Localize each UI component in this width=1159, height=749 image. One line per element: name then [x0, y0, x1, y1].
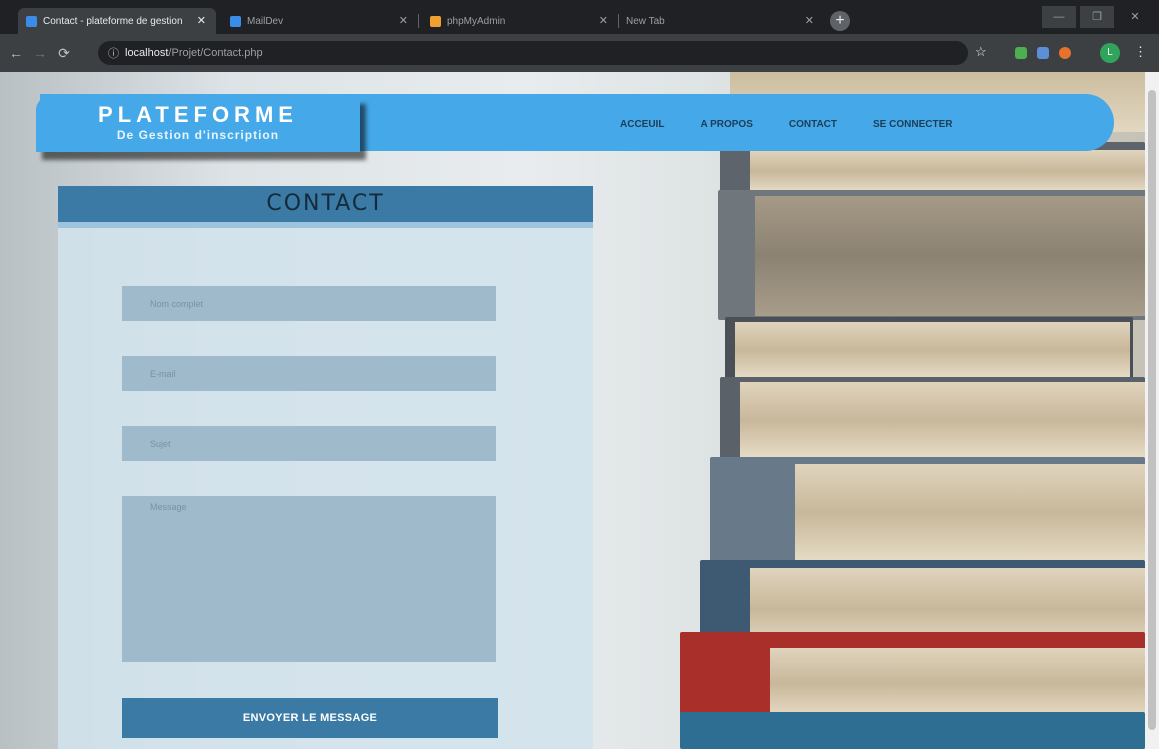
- phpmyadmin-favicon-icon: [430, 15, 441, 27]
- nav-link-acceuil[interactable]: ACCEUIL: [620, 119, 664, 130]
- close-tab-icon[interactable]: ✕: [599, 14, 608, 27]
- books-background-image: [680, 72, 1159, 749]
- page-viewport: PLATEFORME De Gestion d'inscription ACCE…: [0, 72, 1159, 749]
- info-icon[interactable]: ⓘ: [108, 45, 119, 61]
- tab-label: New Tab: [626, 15, 665, 27]
- close-tab-icon[interactable]: ✕: [805, 14, 814, 27]
- url-host: localhost: [125, 47, 169, 59]
- browser-menu-icon[interactable]: ⋮: [1134, 44, 1147, 60]
- tab-label: MailDev: [247, 15, 284, 27]
- new-tab-plus-icon[interactable]: +: [830, 11, 850, 31]
- tab-label: Contact - plateforme de gestion: [43, 15, 183, 27]
- tab-label: phpMyAdmin: [447, 15, 506, 27]
- nav-link-a-propos[interactable]: A PROPOS: [700, 119, 752, 130]
- extension-icon[interactable]: [1059, 47, 1071, 59]
- tab-new-tab[interactable]: New Tab ✕: [618, 8, 824, 34]
- brand-title: PLATEFORME: [98, 102, 298, 127]
- address-bar[interactable]: ⓘ localhost/Projet/Contact.php: [98, 41, 968, 65]
- mail-favicon-icon: [230, 15, 241, 27]
- extension-shield-icon[interactable]: [1015, 47, 1027, 59]
- tab-maildev[interactable]: MailDev ✕: [222, 8, 418, 34]
- reload-icon[interactable]: ⟳: [54, 43, 74, 63]
- contact-form-card: CONTACT ENVOYER LE MESSAGE: [58, 186, 593, 749]
- tab-contact[interactable]: Contact - plateforme de gestion ✕: [18, 8, 216, 34]
- bookmark-star-icon[interactable]: ☆: [975, 44, 987, 60]
- page-scrollbar[interactable]: [1145, 72, 1159, 749]
- profile-avatar[interactable]: L: [1100, 43, 1120, 63]
- name-input[interactable]: [122, 286, 496, 321]
- email-input[interactable]: [122, 356, 496, 391]
- browser-toolbar: ← → ⟳ ⓘ localhost/Projet/Contact.php ☆ L…: [0, 34, 1159, 72]
- browser-tab-strip: Contact - plateforme de gestion ✕ MailDe…: [0, 0, 1159, 34]
- nav-link-se-connecter[interactable]: SE CONNECTER: [873, 119, 952, 130]
- url-path: /Projet/Contact.php: [168, 47, 263, 59]
- nav-link-contact[interactable]: CONTACT: [789, 119, 837, 130]
- close-window-icon[interactable]: ✕: [1118, 6, 1152, 28]
- nav-menu: ACCEUIL A PROPOS CONTACT SE CONNECTER: [620, 119, 988, 130]
- close-tab-icon[interactable]: ✕: [197, 14, 206, 27]
- minimize-icon[interactable]: —: [1042, 6, 1076, 28]
- back-arrow-icon[interactable]: ←: [6, 43, 26, 63]
- brand-subtitle: De Gestion d'inscription: [116, 128, 280, 142]
- extension-translate-icon[interactable]: [1037, 47, 1049, 59]
- site-favicon-icon: [26, 15, 37, 27]
- restore-window-icon[interactable]: ❐: [1080, 6, 1114, 28]
- subject-input[interactable]: [122, 426, 496, 461]
- page-title: CONTACT: [266, 191, 385, 216]
- message-textarea[interactable]: [122, 496, 496, 662]
- tab-phpmyadmin[interactable]: phpMyAdmin ✕: [422, 8, 618, 34]
- scrollbar-thumb[interactable]: [1148, 90, 1156, 730]
- contact-header: CONTACT: [58, 186, 593, 222]
- brand-logo[interactable]: PLATEFORME De Gestion d'inscription: [36, 96, 360, 152]
- send-message-button[interactable]: ENVOYER LE MESSAGE: [122, 698, 498, 738]
- close-tab-icon[interactable]: ✕: [399, 14, 408, 27]
- forward-arrow-icon[interactable]: →: [30, 43, 50, 63]
